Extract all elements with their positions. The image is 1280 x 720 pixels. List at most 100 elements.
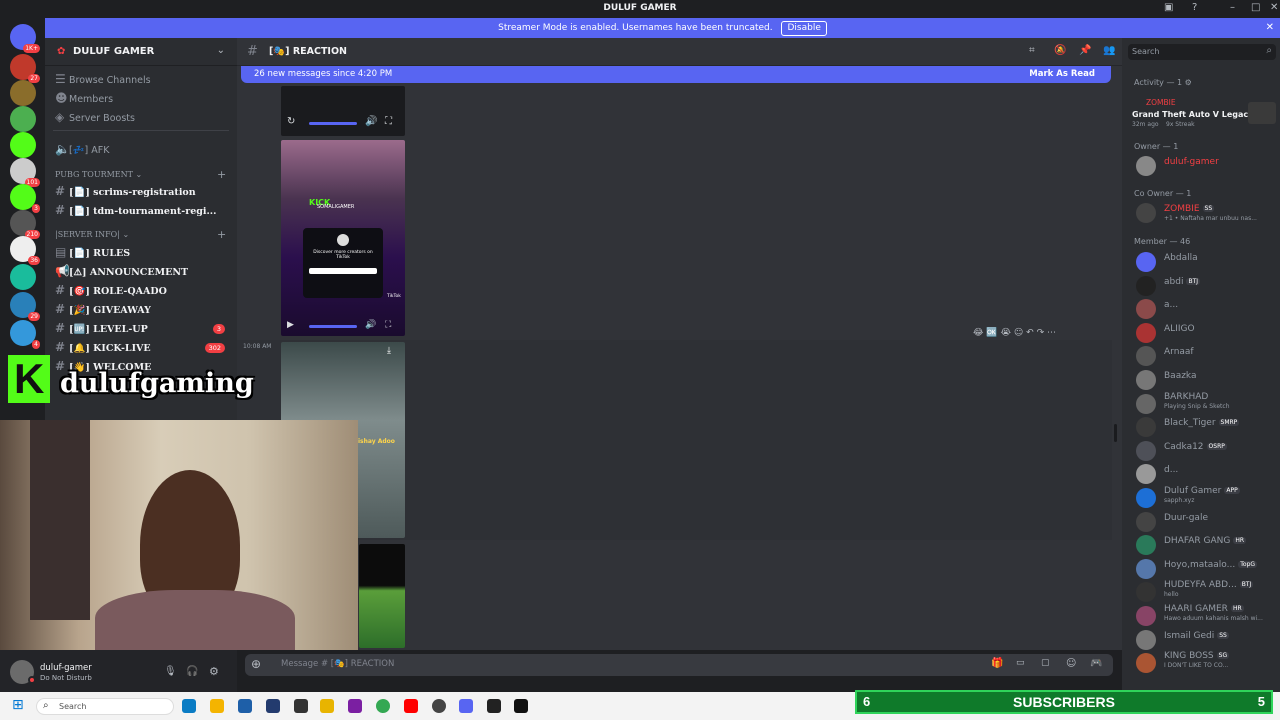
channel-role-qaado[interactable]: # [🎯] ROLE-QAADO: [55, 283, 167, 297]
member-row[interactable]: abdi BTJ: [1134, 274, 1280, 296]
kick-server-icon[interactable]: [10, 132, 36, 158]
volume-icon[interactable]: 🔊: [365, 320, 376, 330]
member-row[interactable]: Duluf Gamer APP sapph.xyz: [1134, 486, 1280, 508]
volume-icon[interactable]: 🔊: [365, 116, 377, 127]
mark-as-read-button[interactable]: Mark As Read: [1029, 66, 1095, 83]
help-icon[interactable]: ?: [1192, 2, 1197, 13]
threads-icon[interactable]: ⌗: [1029, 45, 1035, 56]
add-channel-icon[interactable]: +: [217, 228, 226, 241]
play-icon[interactable]: ▶: [287, 320, 294, 330]
browse-channels-item[interactable]: ☰ Browse Channels: [55, 72, 151, 86]
member-row[interactable]: duluf-gamer: [1134, 154, 1280, 176]
server-icon[interactable]: 27: [10, 54, 40, 83]
server-icon[interactable]: 210: [10, 210, 40, 239]
server-icon[interactable]: 101: [10, 158, 40, 187]
yahoo-icon[interactable]: [348, 699, 362, 713]
taskbar-search[interactable]: ⌕ Search: [36, 698, 174, 715]
settings-gear-icon[interactable]: ⚙: [209, 665, 219, 678]
fullscreen-icon[interactable]: ⛶: [385, 320, 391, 330]
add-reaction-icon[interactable]: ☺: [1014, 328, 1023, 338]
member-row[interactable]: ZOMBIE SS +1 • Naftaha mar unbuu nas...: [1134, 201, 1280, 223]
discord-icon[interactable]: [459, 699, 473, 713]
member-row[interactable]: ALIIGO: [1134, 321, 1280, 343]
member-row[interactable]: Hoyo,mataalo... TopG: [1134, 557, 1280, 579]
channel-kick-live[interactable]: # [🔔] KICK-LIVE: [55, 340, 151, 354]
app-icon[interactable]: [320, 699, 334, 713]
reaction-laugh-icon[interactable]: 😂: [973, 328, 984, 338]
message-composer[interactable]: ⊕ Message # [🎭] REACTION 🎁 ▭ ▢ ☺ 🎮: [245, 654, 1113, 676]
server-icon[interactable]: 4: [10, 320, 40, 349]
headphones-icon[interactable]: 🎧: [186, 666, 198, 677]
member-row[interactable]: DHAFAR GANG HR: [1134, 533, 1280, 556]
video-thumbnail[interactable]: KICK SOMALIGAMER Discover more creators …: [281, 140, 405, 336]
gift-icon[interactable]: 🎁: [991, 658, 1003, 669]
category-info[interactable]: |SERVER INFO| ⌄: [55, 230, 129, 239]
video-player[interactable]: ↻ 🔊 ⛶: [281, 86, 405, 136]
add-attachment-icon[interactable]: ⊕: [251, 657, 261, 671]
pin-icon[interactable]: 📌: [1079, 45, 1091, 56]
channel-giveaway[interactable]: # [🎉] GIVEAWAY: [55, 302, 151, 316]
tiktok-icon[interactable]: [514, 699, 528, 713]
apps-icon[interactable]: 🎮: [1090, 658, 1102, 669]
replay-icon[interactable]: ↻: [287, 116, 295, 127]
app-icon[interactable]: [238, 699, 252, 713]
edge-icon[interactable]: [182, 699, 196, 713]
app-icon[interactable]: [266, 699, 280, 713]
fullscreen-icon[interactable]: ⛶: [385, 116, 392, 127]
member-row[interactable]: Ismail Gedi SS: [1134, 628, 1280, 650]
windows-start-icon[interactable]: ⊞: [12, 697, 24, 713]
server-icon[interactable]: [10, 80, 36, 106]
category-pubg[interactable]: PUBG TOURMENT ⌄: [55, 170, 142, 179]
member-row[interactable]: KING BOSS SG I DON'T LIKE TO CO...: [1134, 651, 1280, 674]
maximize-button[interactable]: □: [1251, 2, 1260, 13]
member-row[interactable]: HUDEYFA ABD... BTJ hello: [1134, 580, 1280, 603]
progress-bar[interactable]: [309, 325, 357, 328]
member-row[interactable]: Baazka: [1134, 368, 1280, 390]
member-row[interactable]: d...: [1134, 462, 1280, 485]
gif-icon[interactable]: ▭: [1016, 658, 1025, 668]
channel-announcement[interactable]: 📢[⚠] ANNOUNCEMENT: [55, 264, 188, 278]
close-button[interactable]: ✕: [1270, 2, 1278, 13]
image-thumbnail[interactable]: [359, 544, 405, 648]
forward-icon[interactable]: ↷: [1037, 328, 1045, 338]
sticker-icon[interactable]: ▢: [1041, 658, 1050, 668]
channel-rules[interactable]: ▤ [📄] RULES: [55, 245, 130, 259]
reaction-icon[interactable]: 🆗: [986, 328, 997, 338]
member-row[interactable]: a...: [1134, 297, 1280, 320]
reaction-cry-icon[interactable]: 😭: [1001, 328, 1012, 338]
add-channel-icon[interactable]: +: [217, 168, 226, 181]
channel-afk[interactable]: 🔈[💤] AFK: [55, 142, 109, 156]
youtube-icon[interactable]: [404, 699, 418, 713]
server-icon[interactable]: [10, 264, 36, 290]
channel-tdm[interactable]: # [📄] tdm-tournament-regi...: [55, 203, 216, 217]
member-row[interactable]: BARKHAD Playing Snip & Sketch: [1134, 392, 1280, 414]
banner-close-icon[interactable]: ✕: [1266, 18, 1274, 38]
minimize-button[interactable]: –: [1230, 2, 1235, 13]
members-item[interactable]: ☻Members: [55, 91, 113, 105]
home-server-icon[interactable]: 1K+: [10, 24, 40, 53]
server-icon[interactable]: 3: [10, 184, 40, 213]
server-icon[interactable]: 29: [10, 292, 40, 321]
disable-button[interactable]: Disable: [781, 21, 827, 36]
member-row[interactable]: Duur-gale: [1134, 510, 1280, 532]
member-row[interactable]: Abdalla: [1134, 250, 1280, 272]
channel-level-up[interactable]: # [🆙] LEVEL-UP: [55, 321, 148, 335]
server-icon[interactable]: [10, 106, 36, 132]
file-explorer-icon[interactable]: [210, 699, 224, 713]
activity-card[interactable]: ZOMBIE Grand Theft Auto V Legacy 32m ago…: [1132, 98, 1276, 130]
emoji-icon[interactable]: ☺: [1066, 658, 1076, 669]
chevron-down-icon[interactable]: ⌄: [217, 45, 225, 56]
microphone-icon[interactable]: 🎙: [164, 666, 177, 677]
app-icon[interactable]: [487, 699, 501, 713]
server-boosts-item[interactable]: ◈ Server Boosts: [55, 110, 135, 124]
new-messages-bar[interactable]: 26 new messages since 4:20 PM Mark As Re…: [241, 66, 1111, 83]
obs-icon[interactable]: [432, 699, 446, 713]
reply-icon[interactable]: ↶: [1026, 328, 1034, 338]
scrollbar[interactable]: [1114, 424, 1117, 442]
notification-bell-icon[interactable]: 🔕: [1054, 45, 1066, 56]
server-icon[interactable]: 36: [10, 236, 40, 265]
member-row[interactable]: Cadka12 OSRP: [1134, 439, 1280, 461]
app-icon[interactable]: [294, 699, 308, 713]
member-row[interactable]: Black_Tiger SMRP: [1134, 415, 1280, 438]
inbox-icon[interactable]: ▣: [1164, 2, 1173, 13]
